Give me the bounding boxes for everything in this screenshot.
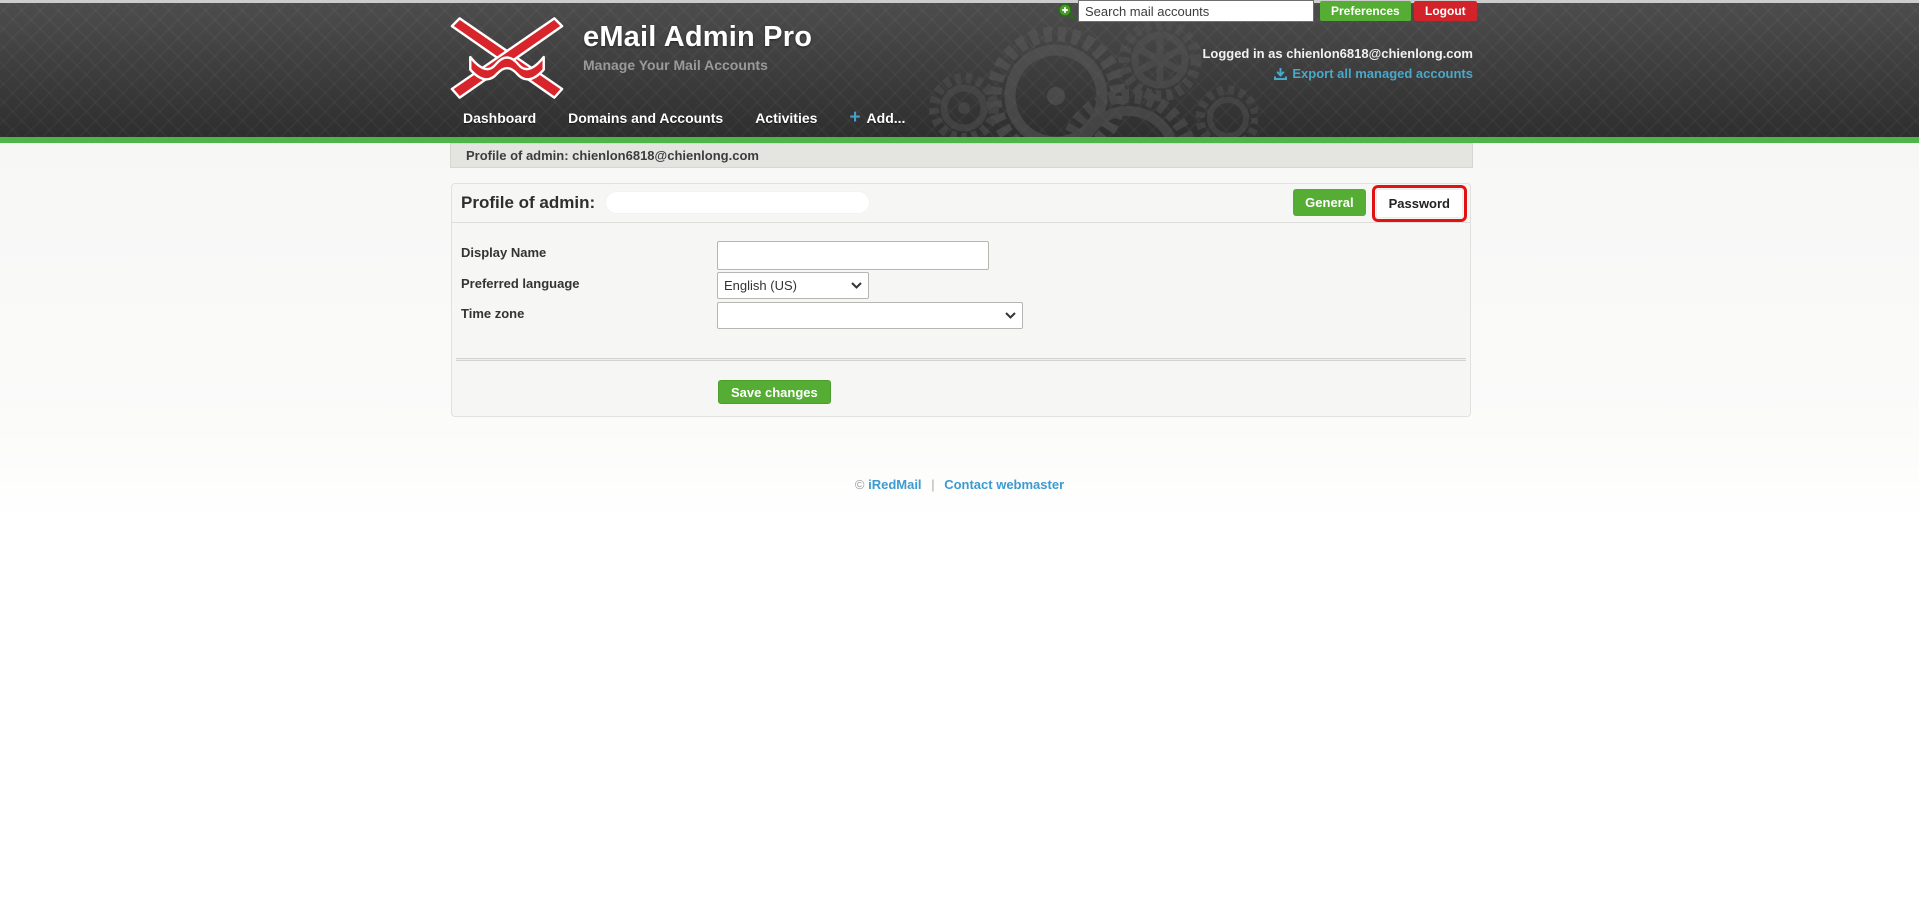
iredmail-link[interactable]: iRedMail bbox=[868, 477, 921, 492]
page: eMail Admin Pro Manage Your Mail Account… bbox=[0, 0, 1919, 912]
brand-block: eMail Admin Pro Manage Your Mail Account… bbox=[583, 21, 812, 73]
session-info: Logged in as chienlon6818@chienlong.com … bbox=[1202, 46, 1473, 85]
logged-in-text: Logged in as chienlon6818@chienlong.com bbox=[1202, 46, 1473, 61]
search-input[interactable] bbox=[1078, 0, 1314, 22]
breadcrumb: Profile of admin: chienlon6818@chienlong… bbox=[450, 143, 1473, 168]
export-accounts-label: Export all managed accounts bbox=[1292, 66, 1473, 81]
time-zone-select[interactable] bbox=[717, 302, 1023, 329]
form-divider bbox=[456, 358, 1466, 361]
tab-general[interactable]: General bbox=[1293, 189, 1366, 216]
footer: © iRedMail | Contact webmaster bbox=[0, 477, 1919, 492]
top-controls: Preferences Logout bbox=[0, 0, 1919, 24]
profile-card: Profile of admin: General Password Displ… bbox=[451, 183, 1471, 417]
redacted-email-pill bbox=[606, 192, 869, 213]
profile-tabs: General Password bbox=[1293, 185, 1468, 222]
logout-button[interactable]: Logout bbox=[1414, 1, 1477, 21]
nav-add-label: Add... bbox=[866, 110, 906, 126]
time-zone-label: Time zone bbox=[461, 306, 525, 321]
nav-item-add[interactable]: + Add... bbox=[836, 107, 918, 128]
nav-dashboard-label: Dashboard bbox=[463, 110, 537, 126]
display-name-input[interactable] bbox=[717, 241, 989, 270]
main-nav: Dashboard Domains and Accounts Activitie… bbox=[450, 103, 924, 133]
preferred-language-label: Preferred language bbox=[461, 276, 580, 291]
download-icon bbox=[1274, 68, 1288, 80]
footer-separator: | bbox=[931, 477, 935, 492]
page-title: Profile of admin: bbox=[461, 193, 596, 212]
preferred-language-select[interactable]: English (US) bbox=[717, 272, 869, 299]
profile-card-header: Profile of admin: General Password bbox=[452, 184, 1470, 223]
copyright-symbol: © bbox=[854, 477, 865, 492]
app-title: eMail Admin Pro bbox=[583, 21, 813, 53]
nav-item-activities[interactable]: Activities bbox=[742, 110, 830, 126]
nav-item-dashboard[interactable]: Dashboard bbox=[450, 110, 549, 126]
contact-webmaster-link[interactable]: Contact webmaster bbox=[944, 477, 1064, 492]
save-changes-button[interactable]: Save changes bbox=[718, 380, 831, 404]
preferences-button[interactable]: Preferences bbox=[1320, 1, 1411, 21]
email-envelope-logo bbox=[450, 17, 564, 99]
search-icon bbox=[1058, 3, 1076, 21]
export-accounts-link[interactable]: Export all managed accounts bbox=[1274, 66, 1473, 81]
tab-password[interactable]: Password bbox=[1371, 185, 1468, 222]
green-accent-line bbox=[0, 137, 1919, 143]
nav-item-domains-accounts[interactable]: Domains and Accounts bbox=[555, 110, 736, 126]
nav-activities-label: Activities bbox=[755, 110, 818, 126]
display-name-label: Display Name bbox=[461, 245, 547, 260]
nav-domains-accounts-label: Domains and Accounts bbox=[568, 110, 724, 126]
app-subtitle: Manage Your Mail Accounts bbox=[583, 57, 768, 73]
plus-icon: + bbox=[849, 107, 861, 128]
